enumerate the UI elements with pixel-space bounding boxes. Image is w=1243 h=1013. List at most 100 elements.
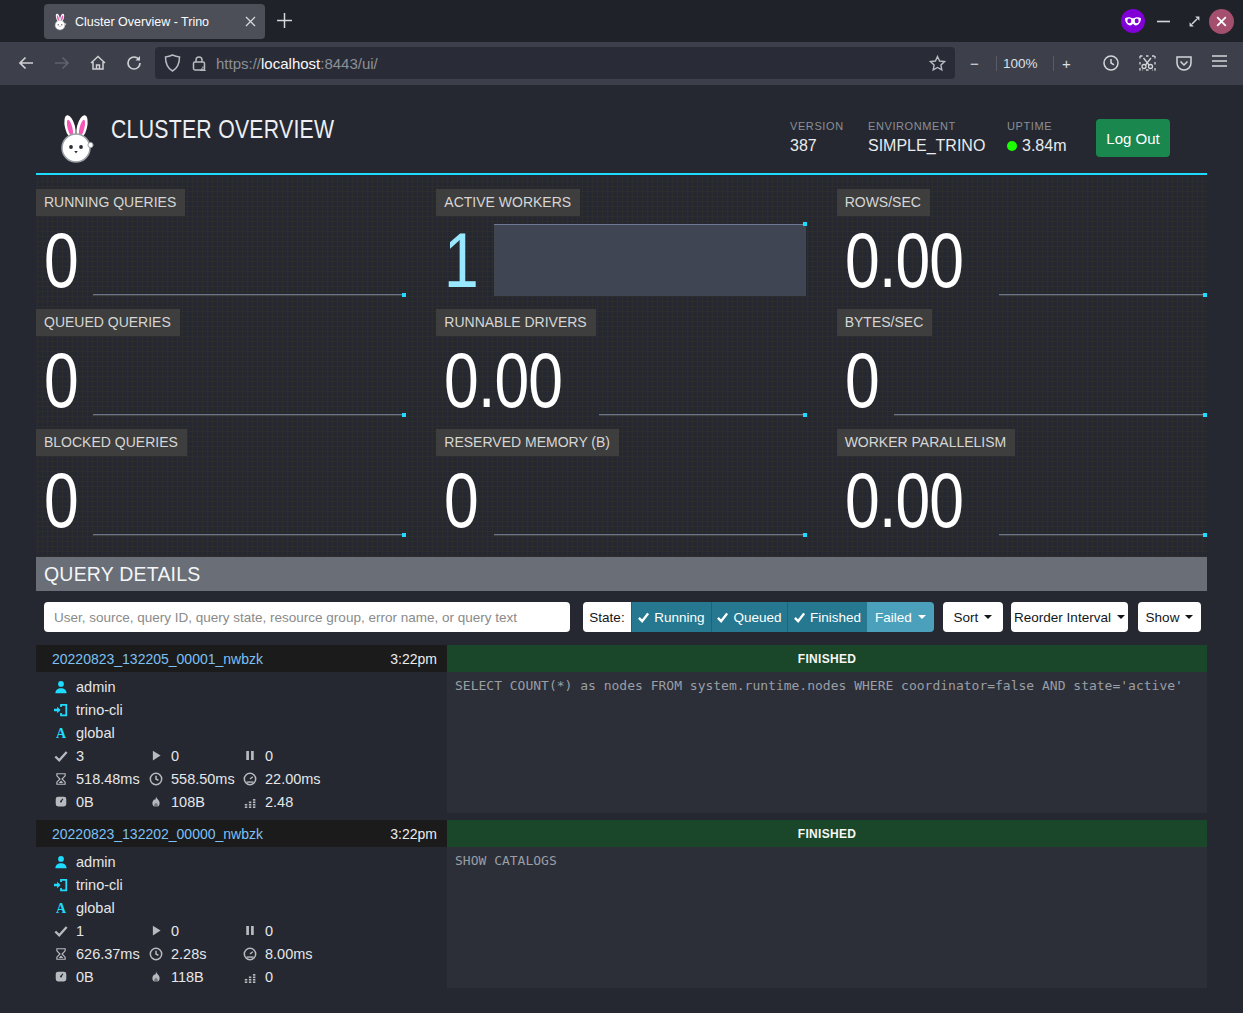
- cpu-time-icon: [242, 947, 258, 961]
- stat-card: ACTIVE WORKERS 1: [436, 189, 806, 296]
- back-button[interactable]: [17, 54, 35, 72]
- query-status-bar: FINISHED: [447, 645, 1207, 672]
- reorder-interval-dropdown[interactable]: Reorder Interval: [1011, 602, 1128, 632]
- address-bar[interactable]: https://localhost:8443/ui/: [155, 47, 955, 79]
- elapsed-time-icon: [148, 947, 164, 961]
- user-icon: [53, 855, 69, 869]
- screenshot-scissors-icon[interactable]: [1138, 54, 1157, 72]
- state-filter-running[interactable]: Running: [631, 602, 711, 632]
- uptime-value: 3.84m: [1022, 137, 1066, 155]
- browser-toolbar: https://localhost:8443/ui/ − 100% +: [0, 42, 1243, 85]
- current-memory-icon: [53, 795, 69, 808]
- browser-tab[interactable]: Cluster Overview - Trino: [44, 4, 265, 39]
- tab-close-icon[interactable]: [245, 16, 256, 27]
- logout-button[interactable]: Log Out: [1096, 119, 1170, 157]
- window-restore-button[interactable]: [1187, 14, 1202, 29]
- query-search-input[interactable]: [44, 602, 570, 632]
- stat-sparkline: [999, 224, 1206, 296]
- zoom-in-button[interactable]: +: [1062, 42, 1071, 85]
- query-details-title: QUERY DETAILS: [44, 563, 201, 586]
- completed-splits: 1: [76, 923, 84, 939]
- stat-sparkline: [93, 344, 405, 416]
- completed-splits-icon: [53, 749, 69, 763]
- cpu-time: 8.00ms: [265, 946, 313, 962]
- private-browsing-icon: [1121, 9, 1145, 33]
- source-icon: [53, 703, 69, 717]
- stat-card: QUEUED QUERIES 0: [36, 309, 406, 416]
- stat-value: 0: [444, 465, 478, 536]
- parallelism: 0: [265, 969, 273, 985]
- svg-text:A: A: [56, 726, 67, 740]
- state-filter-failed-dropdown[interactable]: Failed: [867, 602, 934, 632]
- tracking-shield-icon[interactable]: [164, 54, 181, 72]
- new-tab-button[interactable]: [276, 12, 293, 29]
- history-clock-icon[interactable]: [1102, 54, 1120, 72]
- query-user: admin: [76, 679, 116, 695]
- uptime-status-dot: [1007, 141, 1017, 151]
- stat-sparkline: [93, 224, 405, 296]
- queued-splits-icon: [242, 749, 258, 762]
- stat-card: WORKER PARALLELISM 0.00: [837, 429, 1207, 536]
- stat-value: 0.00: [845, 225, 963, 296]
- cumulative-memory: 108B: [171, 794, 205, 810]
- stat-card: RESERVED MEMORY (B) 0: [436, 429, 806, 536]
- query-toolbar: State: Running Queued Finished Failed So…: [36, 602, 1207, 632]
- window-close-button[interactable]: [1209, 9, 1234, 34]
- stat-card: RUNNING QUERIES 0: [36, 189, 406, 296]
- queued-splits-icon: [242, 924, 258, 937]
- parallelism-icon: [242, 970, 258, 983]
- environment-label: ENVIRONMENT: [868, 120, 985, 132]
- menu-hamburger-icon[interactable]: [1211, 54, 1228, 68]
- stat-value: 1: [444, 225, 478, 296]
- check-icon: [717, 612, 728, 623]
- parallelism-icon: [242, 795, 258, 808]
- query-info-panel: admin trino-cli Aglobal 1 0 0 626.37ms 2…: [36, 847, 447, 988]
- reload-button[interactable]: [125, 54, 143, 72]
- query-sql-panel: SHOW CATALOGS: [447, 847, 1207, 988]
- window-minimize-button[interactable]: [1157, 20, 1170, 23]
- query-sql-text: SELECT COUNT(*) as nodes FROM system.run…: [455, 678, 1199, 693]
- version-label: VERSION: [790, 120, 844, 132]
- connection-lock-icon[interactable]: [191, 55, 207, 72]
- stat-card: ROWS/SEC 0.00: [837, 189, 1207, 296]
- caret-down-icon: [984, 615, 992, 619]
- pocket-icon[interactable]: [1175, 54, 1193, 72]
- check-icon: [794, 612, 805, 623]
- stat-label: RUNNABLE DRIVERS: [436, 309, 595, 336]
- elapsed-time-icon: [148, 772, 164, 786]
- query-id-link[interactable]: 20220823_132202_00000_nwbzk: [52, 826, 263, 842]
- wall-time: 518.48ms: [76, 771, 140, 787]
- stat-sparkline: [93, 464, 405, 536]
- query-sql-panel: SELECT COUNT(*) as nodes FROM system.run…: [447, 672, 1207, 813]
- resource-group-icon: A: [53, 901, 69, 915]
- caret-down-icon: [1117, 615, 1125, 619]
- zoom-out-button[interactable]: −: [970, 42, 979, 85]
- elapsed-time: 2.28s: [171, 946, 206, 962]
- query-status-bar: FINISHED: [447, 820, 1207, 847]
- caret-down-icon: [1185, 615, 1193, 619]
- zoom-level[interactable]: 100%: [1003, 42, 1038, 85]
- cluster-stats-section: RUNNING QUERIES 0 ACTIVE WORKERS 1 ROWS/…: [36, 177, 1207, 557]
- query-sql-text: SHOW CATALOGS: [455, 853, 1199, 868]
- forward-button[interactable]: [53, 54, 71, 72]
- stat-card: BYTES/SEC 0: [837, 309, 1207, 416]
- query-user: admin: [76, 854, 116, 870]
- stat-value: 0.00: [845, 465, 963, 536]
- check-icon: [638, 612, 649, 623]
- state-filter-queued[interactable]: Queued: [711, 602, 787, 632]
- state-filter-finished[interactable]: Finished: [787, 602, 867, 632]
- query-id-link[interactable]: 20220823_132205_00001_nwbzk: [52, 651, 263, 667]
- query-source: trino-cli: [76, 702, 123, 718]
- query-row: 20220823_132205_00001_nwbzk 3:22pm FINIS…: [36, 645, 1207, 813]
- version-value: 387: [790, 137, 844, 155]
- home-button[interactable]: [89, 54, 107, 72]
- stat-label: ACTIVE WORKERS: [436, 189, 580, 216]
- running-splits: 0: [171, 748, 179, 764]
- url-text: https://localhost:8443/ui/: [216, 55, 929, 72]
- sort-dropdown[interactable]: Sort: [943, 602, 1003, 632]
- bookmark-star-icon[interactable]: [929, 55, 946, 72]
- query-status-label: FINISHED: [798, 827, 856, 841]
- caret-down-icon: [918, 615, 926, 619]
- show-dropdown[interactable]: Show: [1138, 602, 1201, 632]
- stat-value: 0: [44, 465, 78, 536]
